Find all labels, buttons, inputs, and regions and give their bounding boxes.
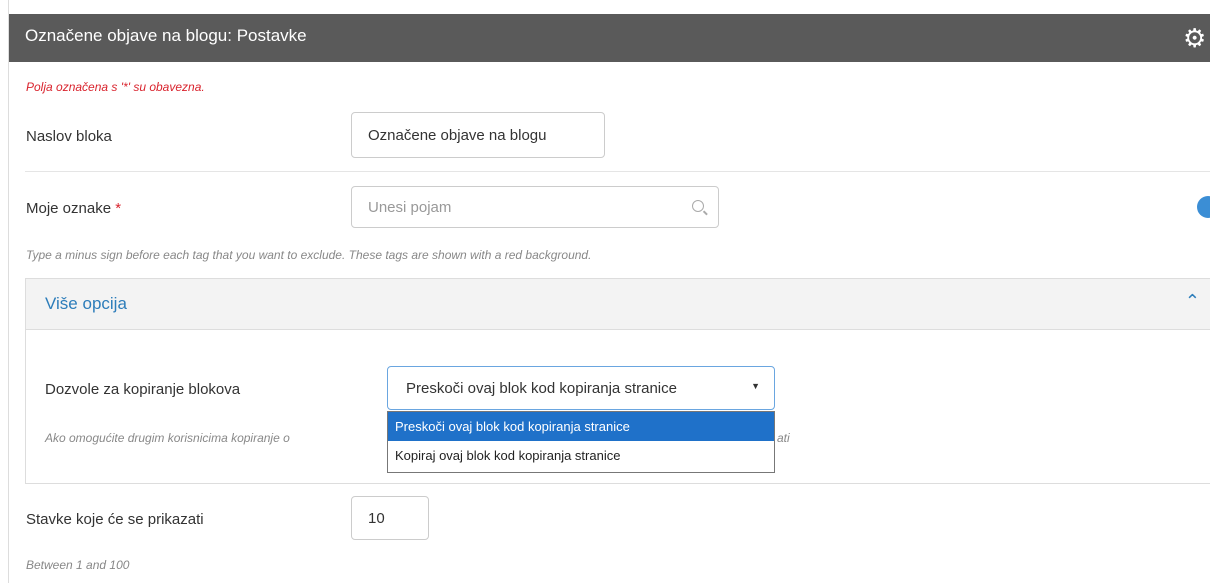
copy-permissions-dropdown: Preskoči ovaj blok kod kopiranja stranic… <box>387 411 775 473</box>
items-count-value: 10 <box>368 509 385 527</box>
items-label: Stavke koje će se prikazati <box>26 511 204 528</box>
block-config-dialog: Označene objave na blogu: Postavke ⚙ Pol… <box>8 0 1210 583</box>
dropdown-option[interactable]: Preskoči ovaj blok kod kopiranja stranic… <box>388 412 774 441</box>
items-help: Between 1 and 100 <box>26 558 130 572</box>
dropdown-option[interactable]: Kopiraj ovaj blok kod kopiranja stranice <box>388 441 774 470</box>
tags-search-input[interactable]: Unesi pojam <box>351 186 719 228</box>
required-star: * <box>115 200 122 217</box>
more-options-title: Više opcija <box>45 294 127 313</box>
gear-icon[interactable]: ⚙ <box>1183 24 1210 52</box>
block-title-value: Označene objave na blogu <box>368 126 547 144</box>
chevron-up-icon[interactable]: ⌃ <box>1185 291 1200 312</box>
tags-label: Moje oznake * <box>26 200 121 217</box>
search-icon <box>692 200 704 212</box>
dialog-title: Označene objave na blogu: Postavke <box>25 26 307 45</box>
select-value: Preskoči ovaj blok kod kopiranja stranic… <box>406 379 677 397</box>
copy-permissions-help-end: ati <box>777 431 790 445</box>
tags-help: Type a minus sign before each tag that y… <box>26 248 592 262</box>
more-options-header[interactable]: Više opcija ⌃ <box>26 279 1210 330</box>
info-icon[interactable] <box>1197 196 1210 218</box>
block-title-input[interactable]: Označene objave na blogu <box>351 112 605 158</box>
divider <box>25 171 1210 172</box>
copy-permissions-help: Ako omogućite drugim korisnicima kopiran… <box>45 431 290 445</box>
caret-down-icon: ▼ <box>751 381 760 391</box>
copy-permissions-select[interactable]: Preskoči ovaj blok kod kopiranja stranic… <box>387 366 775 410</box>
copy-permissions-label: Dozvole za kopiranje blokova <box>45 381 241 398</box>
block-title-label: Naslov bloka <box>26 128 112 145</box>
items-count-input[interactable]: 10 <box>351 496 429 540</box>
tags-placeholder: Unesi pojam <box>368 198 452 216</box>
tags-label-text: Moje oznake <box>26 200 112 217</box>
dialog-header: Označene objave na blogu: Postavke ⚙ <box>9 14 1210 62</box>
more-options-panel: Više opcija ⌃ Dozvole za kopiranje bloko… <box>25 278 1210 484</box>
required-note: Polja označena s '*' su obavezna. <box>26 80 205 94</box>
